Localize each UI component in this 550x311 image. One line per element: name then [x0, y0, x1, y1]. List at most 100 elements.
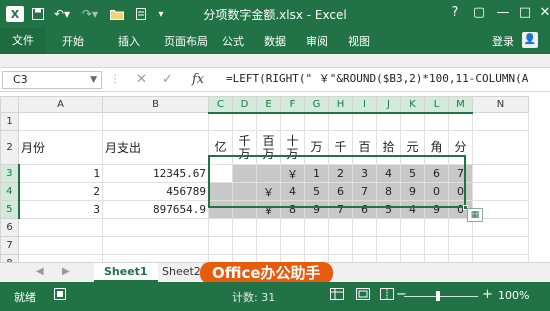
digit-cell[interactable]: 6 [328, 182, 353, 201]
cell[interactable] [424, 236, 449, 255]
tab-page-layout[interactable]: 页面布局 [164, 33, 208, 49]
tab-formulas[interactable]: 公式 [222, 33, 244, 49]
digit-cell[interactable]: ￥ [256, 200, 281, 219]
digit-cell[interactable] [232, 164, 257, 183]
cell[interactable] [256, 112, 281, 131]
column-header[interactable]: I [352, 96, 377, 114]
digit-cell[interactable]: 4 [400, 200, 425, 219]
tab-insert[interactable]: 插入 [118, 33, 140, 49]
cell[interactable] [304, 236, 329, 255]
cell[interactable] [328, 236, 353, 255]
cell[interactable] [102, 236, 209, 255]
sheet-tab[interactable]: Sheet1 [94, 263, 158, 282]
cell[interactable] [102, 218, 209, 237]
cell[interactable] [232, 236, 257, 255]
column-header[interactable]: G [304, 96, 329, 114]
cell[interactable] [448, 236, 473, 255]
column-header[interactable]: N [472, 96, 529, 113]
tab-view[interactable]: 视图 [348, 33, 370, 49]
column-header[interactable]: B [102, 96, 209, 113]
cell[interactable] [18, 218, 103, 237]
cell[interactable] [256, 218, 281, 237]
cell[interactable] [424, 112, 449, 131]
cell[interactable] [400, 112, 425, 131]
header-unit-cell[interactable]: 亿 [208, 130, 233, 165]
cell[interactable] [472, 164, 529, 183]
digit-cell[interactable]: 2 [328, 164, 353, 183]
tab-review[interactable]: 审阅 [306, 33, 328, 49]
header-month-cell[interactable]: 月份 [18, 130, 103, 165]
cell[interactable] [472, 182, 529, 201]
cell[interactable] [376, 218, 401, 237]
minimize-button[interactable]: — [494, 4, 512, 22]
digit-cell[interactable] [232, 182, 257, 201]
digit-cell[interactable]: 0 [448, 182, 473, 201]
column-header[interactable]: M [448, 96, 473, 114]
cell[interactable] [232, 218, 257, 237]
cell[interactable] [376, 236, 401, 255]
column-header[interactable]: F [280, 96, 305, 114]
quick-analysis-icon[interactable]: ▦ [467, 208, 483, 222]
row-header[interactable]: 5 [0, 200, 20, 219]
digit-cell[interactable]: 6 [424, 164, 449, 183]
cell[interactable] [352, 218, 377, 237]
maximize-button[interactable]: □ [516, 4, 534, 22]
zoom-in-button[interactable]: + [482, 287, 493, 302]
cell[interactable] [208, 236, 233, 255]
digit-cell[interactable]: 1 [304, 164, 329, 183]
cell[interactable] [424, 218, 449, 237]
cell[interactable] [328, 112, 353, 131]
digit-cell[interactable]: 7 [352, 182, 377, 201]
column-header[interactable]: J [376, 96, 401, 114]
header-unit-cell[interactable]: 十万 [280, 130, 305, 165]
cell[interactable] [352, 112, 377, 131]
digit-cell[interactable]: 7 [328, 200, 353, 219]
digit-cell[interactable]: ￥ [256, 182, 281, 201]
expense-cell[interactable]: 12345.67 [102, 164, 209, 183]
cell[interactable] [280, 112, 305, 131]
page-layout-view-icon[interactable] [356, 288, 370, 303]
digit-cell[interactable]: 8 [280, 200, 305, 219]
digit-cell[interactable]: 0 [424, 182, 449, 201]
cell[interactable] [280, 236, 305, 255]
row-header[interactable]: 7 [0, 236, 19, 255]
zoom-out-button[interactable]: − [396, 287, 407, 302]
cancel-entry-icon[interactable]: ✕ [136, 72, 147, 88]
chevron-down-icon[interactable]: ▼ [90, 72, 97, 88]
header-unit-cell[interactable]: 元 [400, 130, 425, 165]
tab-home[interactable]: 开始 [62, 33, 84, 49]
help-button[interactable]: ? [446, 4, 464, 22]
digit-cell[interactable]: 9 [424, 200, 449, 219]
cell[interactable] [208, 218, 233, 237]
zoom-slider[interactable] [404, 296, 478, 297]
zoom-slider-thumb[interactable] [436, 291, 440, 301]
scroll-right-icon[interactable]: ▶ [62, 266, 70, 277]
column-header[interactable]: L [424, 96, 449, 114]
cell[interactable] [328, 218, 353, 237]
cell[interactable] [304, 218, 329, 237]
cell[interactable] [256, 236, 281, 255]
cell[interactable] [472, 236, 529, 255]
expense-cell[interactable]: 456789 [102, 182, 209, 201]
header-unit-cell[interactable]: 百万 [256, 130, 281, 165]
column-header[interactable]: H [328, 96, 353, 114]
cell[interactable] [448, 112, 473, 131]
normal-view-icon[interactable] [330, 288, 344, 303]
column-header[interactable]: A [18, 96, 103, 113]
cell[interactable] [472, 112, 529, 131]
header-unit-cell[interactable]: 角 [424, 130, 449, 165]
month-cell[interactable]: 1 [18, 164, 103, 183]
formula-input[interactable]: =LEFT(RIGHT(" ￥"&ROUND($B3,2)*100,11-COL… [222, 71, 542, 89]
cell[interactable] [102, 112, 209, 131]
cell[interactable] [18, 112, 103, 131]
digit-cell[interactable] [208, 200, 233, 219]
cell[interactable] [472, 130, 529, 165]
zoom-level[interactable]: 100% [498, 289, 529, 302]
tab-file[interactable]: 文件 [0, 28, 46, 54]
close-button[interactable]: ✕ [536, 4, 550, 22]
column-header[interactable]: E [256, 96, 281, 114]
cell[interactable] [400, 218, 425, 237]
cell[interactable] [400, 236, 425, 255]
header-unit-cell[interactable]: 万 [304, 130, 329, 165]
cell[interactable] [208, 112, 233, 131]
